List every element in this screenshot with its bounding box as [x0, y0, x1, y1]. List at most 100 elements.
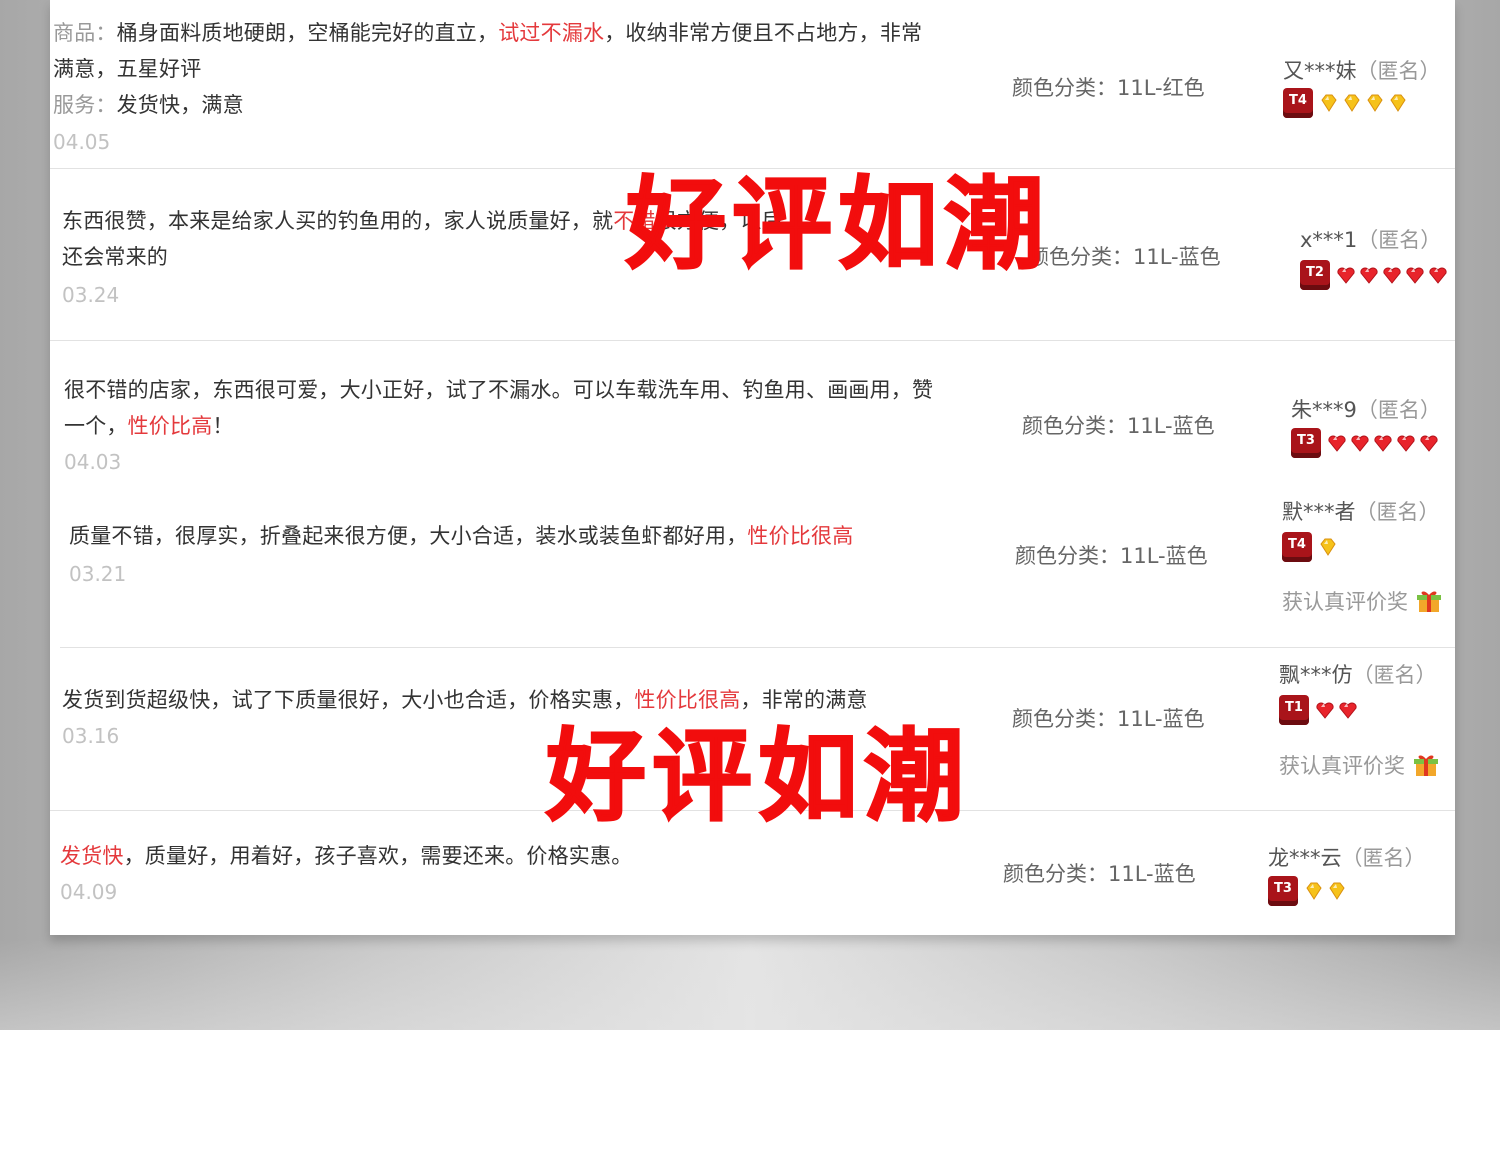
gold-diamond-icon — [1344, 94, 1360, 112]
color-spec: 颜色分类：11L-蓝色 — [1012, 707, 1205, 731]
gold-diamond-icon — [1306, 882, 1322, 900]
review-content: 商品：桶身面料质地硬朗，空桶能完好的直立，试过不漏水，收纳非常方便且不占地方，非… — [53, 15, 953, 123]
level-badge-icon: T2 — [1300, 260, 1330, 290]
review-date: 04.03 — [64, 450, 122, 474]
review-text: ，非常的满意 — [740, 688, 868, 712]
level-gems — [1318, 537, 1338, 557]
red-heart-gem-icon — [1360, 267, 1378, 284]
reviewer-nick: 默***者 — [1282, 500, 1356, 524]
review-date: 03.24 — [62, 283, 120, 307]
anonymous-tag: （匿名） — [1356, 59, 1441, 83]
anonymous-tag: （匿名） — [1357, 228, 1442, 252]
level-badge-icon: T3 — [1291, 428, 1321, 458]
gold-diamond-icon — [1320, 538, 1336, 556]
award-badge: 获认真评价奖 — [1279, 750, 1439, 780]
anonymous-tag: （匿名） — [1355, 500, 1440, 524]
reviewer-nick: 又***妹 — [1283, 59, 1357, 83]
award-label: 获认真评价奖 — [1279, 754, 1405, 778]
award-badge: 获认真评价奖 — [1282, 586, 1442, 616]
anonymous-tag: （匿名） — [1356, 398, 1441, 422]
review-text: 很不错的店家，东西很可爱，大小正好，试了不漏水。可以车载洗车用、钓鱼用、画画用，… — [64, 378, 934, 402]
review-text: 质量不错，很厚实，折叠起来很方便，大小合适，装水或装鱼虾都好用， — [69, 524, 748, 548]
red-heart-gem-icon — [1316, 702, 1334, 719]
review-text: 桶身面料质地硬朗，空桶能完好的直立， — [116, 21, 499, 45]
review-content: 发货快，质量好，用着好，孩子喜欢，需要还来。价格实惠。 — [60, 838, 960, 874]
color-spec: 颜色分类：11L-蓝色 — [1015, 544, 1208, 568]
review-date: 04.05 — [53, 130, 111, 154]
level-badge-label: T3 — [1297, 432, 1315, 448]
member-level: T1 — [1279, 695, 1358, 725]
reviewer-name: 朱***9（匿名） — [1291, 394, 1441, 424]
anonymous-tag: （匿名） — [1341, 846, 1426, 870]
color-spec: 颜色分类：11L-蓝色 — [1022, 414, 1215, 438]
award-label: 获认真评价奖 — [1282, 590, 1408, 614]
review-content: 很不错的店家，东西很可爱，大小正好，试了不漏水。可以车载洗车用、钓鱼用、画画用，… — [64, 372, 984, 444]
red-heart-gem-icon — [1397, 435, 1415, 452]
review-highlight: 性价比高 — [127, 414, 213, 438]
review-highlight: 发货快 — [60, 844, 124, 868]
reviewer-name: x***1（匿名） — [1300, 224, 1441, 254]
reviewer-name: 龙***云（匿名） — [1268, 842, 1426, 872]
review-highlight: 性价比很高 — [634, 688, 741, 712]
anonymous-tag: （匿名） — [1352, 663, 1437, 687]
reviewer-nick: x***1 — [1300, 228, 1358, 252]
review-highlight: 性价比很高 — [747, 524, 854, 548]
red-heart-gem-icon — [1374, 435, 1392, 452]
level-badge-icon: T4 — [1282, 532, 1312, 562]
gift-box-icon — [1414, 755, 1438, 776]
review-text: 一个， — [64, 414, 128, 438]
gift-box-icon — [1417, 591, 1441, 612]
level-badge-label: T2 — [1306, 264, 1324, 280]
reviewer-name: 飘***仿（匿名） — [1279, 659, 1437, 689]
review-text: ，收纳非常方便且不占地方，非常 — [604, 21, 923, 45]
member-level: T2 — [1300, 260, 1448, 290]
member-level: T3 — [1291, 428, 1439, 458]
gold-diamond-icon — [1329, 882, 1345, 900]
gold-diamond-icon — [1390, 94, 1406, 112]
level-badge-label: T1 — [1285, 699, 1303, 715]
review-text: ！ — [212, 414, 234, 438]
red-heart-gem-icon — [1337, 267, 1355, 284]
row-divider — [50, 340, 1455, 341]
level-badge-label: T4 — [1288, 536, 1306, 552]
row-divider — [60, 647, 1455, 648]
level-badge-label: T3 — [1274, 880, 1292, 896]
review-date: 04.09 — [60, 880, 118, 904]
level-badge-icon: T3 — [1268, 876, 1298, 906]
red-heart-gem-icon — [1429, 267, 1447, 284]
level-gems — [1336, 265, 1448, 285]
review-text: 还会常来的 — [62, 245, 168, 269]
red-heart-gem-icon — [1339, 702, 1357, 719]
color-spec: 颜色分类：11L-蓝色 — [1028, 245, 1221, 269]
reviewer-nick: 飘***仿 — [1279, 663, 1353, 687]
level-gems — [1319, 93, 1408, 113]
watermark-banner: 好评如潮 — [545, 718, 970, 835]
member-level: T4 — [1283, 88, 1408, 118]
review-content: 质量不错，很厚实，折叠起来很方便，大小合适，装水或装鱼虾都好用，性价比很高 — [69, 518, 969, 554]
level-gems — [1304, 881, 1347, 901]
red-heart-gem-icon — [1406, 267, 1424, 284]
review-text: 东西很赞，本来是给家人买的钓鱼用的，家人说质量好，就 — [62, 209, 614, 233]
service-text: 发货快，满意 — [116, 93, 244, 117]
reviewer-name: 默***者（匿名） — [1282, 496, 1440, 526]
level-gems — [1315, 700, 1358, 720]
review-date: 03.16 — [62, 724, 120, 748]
level-badge-label: T4 — [1289, 92, 1307, 108]
service-label: 服务： — [53, 93, 117, 117]
review-date: 03.21 — [69, 562, 127, 586]
product-label: 商品： — [53, 21, 117, 45]
gold-diamond-icon — [1367, 94, 1383, 112]
color-spec: 颜色分类：11L-蓝色 — [1003, 862, 1196, 886]
reviewer-nick: 朱***9 — [1291, 398, 1357, 422]
red-heart-gem-icon — [1383, 267, 1401, 284]
review-list-panel: 商品：桶身面料质地硬朗，空桶能完好的直立，试过不漏水，收纳非常方便且不占地方，非… — [50, 0, 1455, 935]
review-highlight: 试过不漏水 — [498, 21, 605, 45]
review-text: 满意，五星好评 — [53, 57, 202, 81]
member-level: T4 — [1282, 532, 1338, 562]
red-heart-gem-icon — [1420, 435, 1438, 452]
level-badge-icon: T1 — [1279, 695, 1309, 725]
review-text: 发货到货超级快，试了下质量很好，大小也合适，价格实惠， — [62, 688, 635, 712]
reviewer-name: 又***妹（匿名） — [1283, 55, 1441, 85]
review-content: 发货到货超级快，试了下质量很好，大小也合适，价格实惠，性价比很高，非常的满意 — [62, 682, 962, 718]
red-heart-gem-icon — [1328, 435, 1346, 452]
